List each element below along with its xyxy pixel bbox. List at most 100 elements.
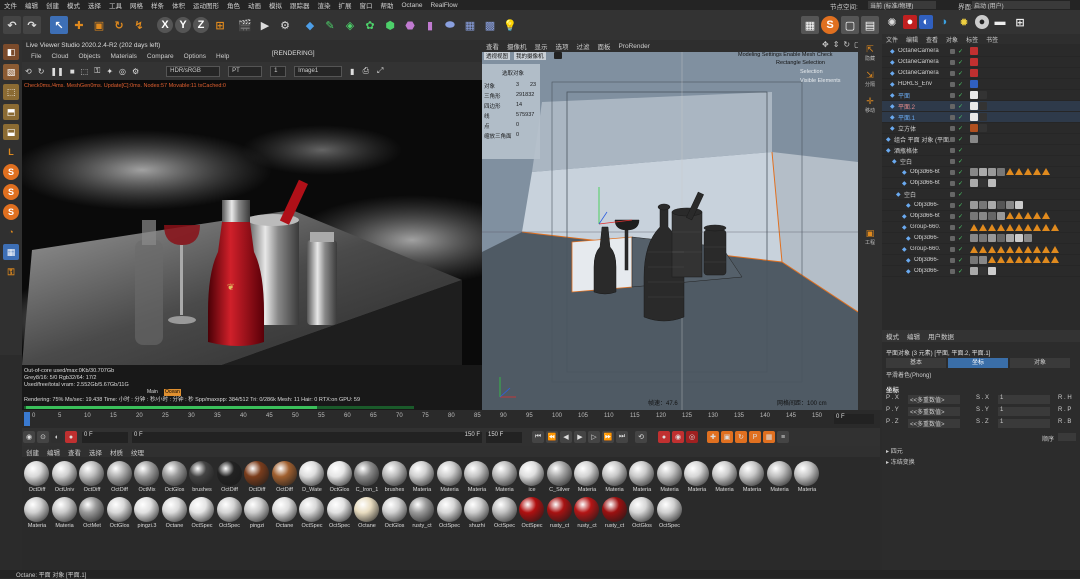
object-menu-item-5[interactable]: 书签 [982, 35, 1002, 44]
viewport-menu-item-2[interactable]: 显示 [531, 41, 552, 51]
menu-item-0[interactable]: 文件 [0, 0, 21, 10]
phong-tag-icon[interactable] [1042, 223, 1050, 231]
visibility-toggle[interactable] [950, 81, 955, 87]
menu-item-10[interactable]: 角色 [223, 0, 244, 10]
phong-tag-icon[interactable] [1033, 212, 1041, 219]
perspective-viewport[interactable]: 透视视图 我的摄像机 Modeling Settings Enable Mesh… [482, 52, 858, 410]
material-tag-icon[interactable] [979, 212, 987, 220]
enable-check-icon[interactable]: ✓ [958, 246, 963, 253]
visibility-toggle[interactable] [950, 202, 955, 208]
material-tag-icon[interactable] [988, 212, 996, 220]
object-row[interactable]: ◆ 酒瓶格体 ✓ [882, 145, 1080, 156]
material-tag-icon[interactable] [970, 47, 978, 55]
material-tag-icon[interactable] [970, 234, 978, 242]
visibility-toggle[interactable] [950, 59, 955, 65]
object-row[interactable]: ◆ 空白 ✓ [882, 156, 1080, 167]
material-swatch[interactable]: Octane [161, 497, 188, 531]
material-tag-icon[interactable] [979, 124, 987, 132]
octane-live-viewer-icon[interactable]: S [821, 16, 839, 34]
material-tag-icon[interactable] [997, 201, 1005, 209]
stop-icon[interactable]: ■ [70, 67, 75, 76]
menu-item-17[interactable]: 帮助 [377, 0, 398, 10]
side-button-2[interactable]: ✛ 移动 [861, 96, 879, 118]
timeline-ruler[interactable]: 0 F 0 5 10 15 20 25 30 35 40 45 50 55 60 65 70 75 80 85 90… [22, 410, 880, 428]
light-icon[interactable]: 💡 [501, 16, 519, 34]
visibility-toggle[interactable] [950, 114, 955, 120]
material-swatch[interactable]: Octane [271, 497, 298, 531]
object-row[interactable]: ◆ Obj3d66-6t ✓ [882, 211, 1080, 222]
enable-check-icon[interactable]: ✓ [958, 202, 963, 209]
enable-check-icon[interactable]: ✓ [958, 70, 963, 77]
material-tag-icon[interactable] [979, 113, 987, 121]
material-swatch[interactable]: OctGlos [161, 461, 188, 495]
material-tag-icon[interactable] [979, 91, 987, 99]
menu-item-1[interactable]: 编辑 [21, 0, 42, 10]
sky-icon[interactable]: ▩ [481, 16, 499, 34]
axis-z-button[interactable]: Z [193, 17, 209, 33]
material-tag-icon[interactable] [997, 234, 1005, 242]
material-menu-item-2[interactable]: 查看 [64, 447, 85, 457]
material-swatch[interactable]: C_Silver [546, 461, 573, 495]
playhead[interactable] [24, 412, 30, 426]
coord-value[interactable]: <<多重数值> [908, 407, 960, 416]
window-icon[interactable]: ▢ [841, 16, 859, 34]
region-icon[interactable]: ⬚ [81, 67, 89, 76]
attribute-menu-item-2[interactable]: 用户数据 [924, 331, 958, 341]
snap-icon[interactable]: S [3, 164, 19, 180]
material-tag-icon[interactable] [997, 212, 1005, 220]
enable-check-icon[interactable]: ✓ [958, 81, 963, 88]
material-tag-icon[interactable] [979, 102, 987, 110]
visibility-toggle[interactable] [950, 125, 955, 131]
object-row[interactable]: ◆ 平面.2 ✓ [882, 101, 1080, 112]
phong-tag-icon[interactable] [1051, 256, 1059, 263]
key-pla-icon[interactable]: ▦ [763, 431, 775, 443]
settings-icon[interactable]: ⚙ [132, 67, 139, 76]
edges-mode-icon[interactable]: ⬒ [3, 104, 19, 120]
attr-tab[interactable]: 基本 [886, 358, 946, 368]
material-swatch[interactable]: OctDiff [271, 461, 298, 495]
phong-tag-icon[interactable] [1006, 223, 1014, 231]
object-row[interactable]: ◆ OctaneCamera ✓ [882, 68, 1080, 79]
material-tag-icon[interactable] [988, 234, 996, 242]
phong-tag-icon[interactable] [1024, 245, 1032, 253]
material-swatch[interactable]: OctSpec [519, 497, 545, 531]
material-swatch[interactable]: OctDiff [244, 461, 270, 495]
phong-tag-icon[interactable] [1006, 168, 1014, 175]
record-icon[interactable]: ● [65, 431, 77, 443]
visibility-toggle[interactable] [950, 92, 955, 98]
object-row[interactable]: ◆ 平面.1 ✓ [882, 112, 1080, 123]
next-key-icon[interactable]: ⏩ [602, 431, 614, 443]
material-swatch[interactable]: OctDiff [24, 461, 50, 495]
octane-area-light-icon[interactable]: ▬ [991, 13, 1009, 31]
phong-tag-icon[interactable] [1033, 245, 1041, 253]
material-tag-icon[interactable] [979, 168, 987, 176]
frame-range-slider[interactable]: 0 F 150 F [132, 431, 482, 443]
material-tag-icon[interactable] [970, 69, 978, 77]
object-menu-item-0[interactable]: 文件 [882, 35, 902, 44]
octane-daylight-icon[interactable]: ◑ [935, 13, 953, 31]
material-swatch[interactable]: OctSpec [436, 497, 463, 531]
menu-item-19[interactable]: RealFlow [426, 2, 461, 9]
menu-item-9[interactable]: 运动图形 [189, 0, 223, 10]
move-icon[interactable]: ✚ [70, 16, 88, 34]
material-swatch[interactable]: ice [519, 461, 545, 495]
current-frame-field[interactable]: 0 F [834, 414, 874, 424]
pause-icon[interactable]: ❚❚ [50, 67, 63, 76]
object-menu-item-4[interactable]: 标签 [962, 35, 982, 44]
go-start-icon[interactable]: ⏮ [532, 431, 544, 443]
quaternion-section[interactable]: ▸ 四元 [886, 446, 903, 455]
object-row[interactable]: ◆ Obj3d66-6t ✓ [882, 178, 1080, 189]
attr-tab[interactable]: 坐标 [948, 358, 1008, 368]
live-viewer-menu-item-2[interactable]: Objects [73, 53, 105, 60]
side-button-1[interactable]: ⇲ 分隔 [861, 70, 879, 92]
material-swatch[interactable]: OctSpec [326, 497, 353, 531]
material-swatch[interactable]: Materia [766, 461, 793, 495]
material-swatch[interactable]: Materia [409, 461, 435, 495]
phong-tag-icon[interactable] [997, 245, 1005, 253]
layout-grid-icon[interactable]: ▦ [801, 16, 819, 34]
material-tag-icon[interactable] [970, 201, 978, 209]
object-row[interactable]: ◆ Obj3d66- ✓ [882, 266, 1080, 277]
go-end-icon[interactable]: ⏭ [616, 431, 628, 443]
live-viewer-menu-item-5[interactable]: Options [179, 53, 211, 60]
material-swatch[interactable]: rusty_ct [574, 497, 600, 531]
